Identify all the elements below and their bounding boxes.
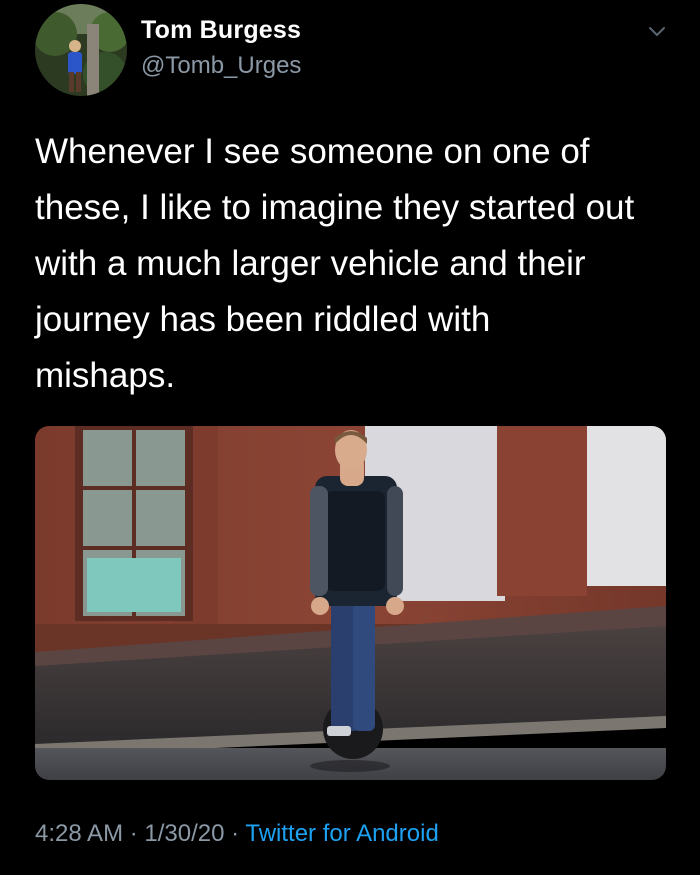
meta-separator: · bbox=[123, 820, 145, 847]
tweet-text: Whenever I see someone on one of these, … bbox=[35, 132, 635, 395]
tweet-media-photo[interactable] bbox=[35, 426, 666, 780]
author-handle[interactable]: @Tomb_Urges bbox=[141, 52, 301, 80]
chevron-down-icon[interactable] bbox=[646, 24, 668, 40]
tweet-card: Tom Burgess @Tomb_Urges Whenever I see s… bbox=[0, 0, 700, 875]
tweet-time[interactable]: 4:28 AM bbox=[35, 820, 123, 847]
author-name[interactable]: Tom Burgess bbox=[141, 16, 301, 45]
tweet-date[interactable]: 1/30/20 bbox=[144, 820, 224, 847]
avatar[interactable] bbox=[35, 4, 127, 96]
tweet-meta: 4:28 AM · 1/30/20 · Twitter for Android bbox=[35, 820, 439, 848]
tweet-source-link[interactable]: Twitter for Android bbox=[245, 820, 438, 847]
man-on-electric-unicycle-photo bbox=[35, 426, 666, 780]
meta-separator: · bbox=[224, 820, 246, 847]
avatar-photo bbox=[35, 4, 127, 96]
